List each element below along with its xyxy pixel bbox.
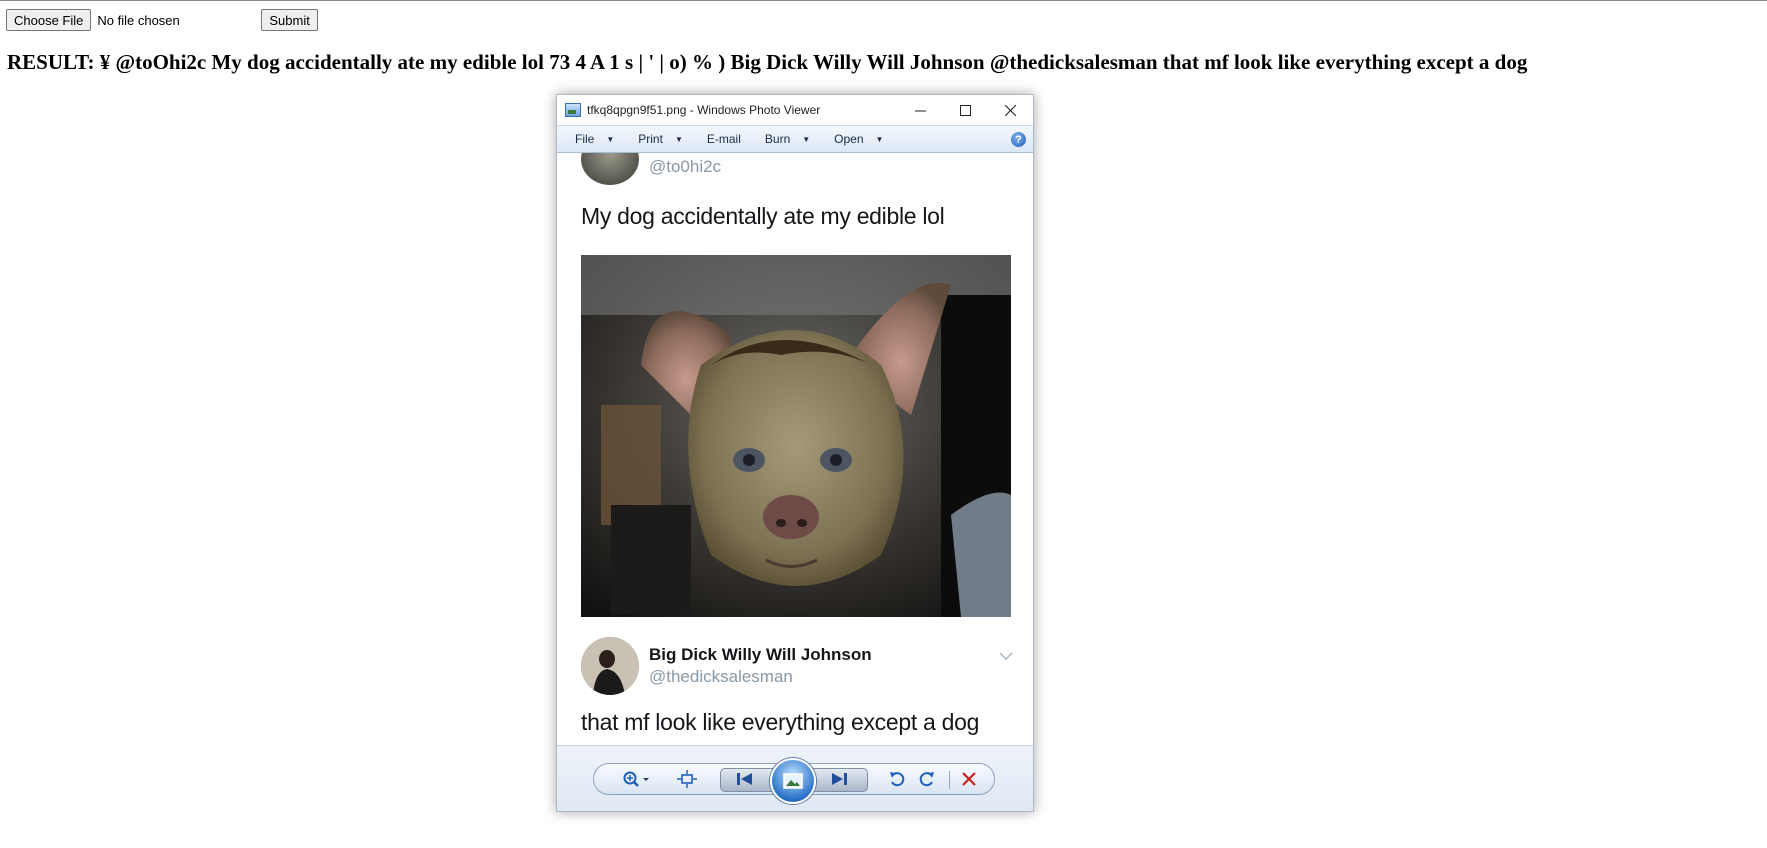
reply-avatar-image: [581, 637, 639, 695]
title-bar[interactable]: tfkq8qpgn9f51.png - Windows Photo Viewer: [557, 95, 1033, 125]
toolbar-separator: [949, 771, 950, 789]
chevron-down-icon: [999, 647, 1013, 665]
rotate-counterclockwise-button[interactable]: [886, 769, 908, 789]
previous-button[interactable]: [730, 769, 760, 789]
help-icon[interactable]: ?: [1011, 132, 1026, 147]
tweet-screenshot: @to0hi2c My dog accidentally ate my edib…: [557, 153, 1033, 747]
submit-button[interactable]: Submit: [261, 9, 318, 31]
slideshow-icon: [783, 773, 803, 789]
chevron-down-icon: ▼: [674, 134, 683, 144]
viewer-toolbar: [593, 758, 995, 804]
tweet-text: My dog accidentally ate my edible lol: [581, 203, 945, 229]
window-title: tfkq8qpgn9f51.png - Windows Photo Viewer: [587, 103, 821, 117]
rotate-counterclockwise-icon: [890, 772, 905, 787]
rotate-clockwise-icon: [919, 772, 934, 787]
previous-icon: [737, 773, 752, 785]
menu-burn[interactable]: Burn ▼: [759, 129, 816, 149]
author-handle: @to0hi2c: [649, 157, 722, 176]
delete-button[interactable]: [958, 769, 980, 789]
minimize-icon: [915, 110, 926, 111]
menu-burn-label: Burn: [764, 132, 791, 146]
zoom-button[interactable]: [620, 769, 654, 789]
menu-email[interactable]: E-mail: [701, 129, 747, 149]
slideshow-button[interactable]: [770, 758, 816, 804]
reply-text: that mf look like everything except a do…: [581, 709, 980, 735]
viewer-footer: [557, 745, 1033, 811]
chevron-down-icon: ▼: [802, 134, 811, 144]
menu-bar: File ▼ Print ▼ E-mail Burn ▼ Open ▼ ?: [557, 125, 1033, 153]
close-icon: [1005, 104, 1016, 116]
file-status-text: No file chosen: [97, 12, 180, 28]
maximize-icon: [960, 104, 971, 116]
menu-open[interactable]: Open ▼: [828, 129, 889, 149]
rotate-clockwise-button[interactable]: [916, 769, 938, 789]
choose-file-button[interactable]: Choose File: [6, 9, 92, 31]
result-text: RESULT: ¥ @toOhi2c My dog accidentally a…: [7, 50, 1528, 74]
reply-author-name: Big Dick Willy Will Johnson: [649, 645, 872, 664]
chevron-down-icon: ▼: [606, 134, 615, 144]
upload-form: Choose File No file chosen Submit: [6, 9, 318, 31]
minimize-button[interactable]: [898, 95, 943, 125]
close-button[interactable]: [988, 95, 1033, 125]
dog-photo-illustration: [581, 255, 1011, 617]
reply-author-avatar: [581, 637, 639, 695]
dog-photo: [581, 255, 1011, 617]
reply-author-handle: @thedicksalesman: [649, 667, 793, 686]
next-button[interactable]: [824, 769, 854, 789]
actual-size-icon: [677, 770, 697, 788]
menu-email-label: E-mail: [706, 132, 741, 146]
photo-viewer-app-icon: [565, 103, 581, 117]
photo-viewer-window: tfkq8qpgn9f51.png - Windows Photo Viewer…: [556, 94, 1034, 812]
chevron-down-icon: ▼: [875, 134, 884, 144]
delete-icon: [962, 772, 976, 786]
next-icon: [832, 773, 847, 785]
zoom-icon: [623, 771, 649, 787]
image-display-area: @to0hi2c My dog accidentally ate my edib…: [557, 153, 1033, 747]
menu-print-label: Print: [638, 132, 663, 146]
author-avatar: [581, 153, 639, 185]
menu-print[interactable]: Print ▼: [632, 129, 689, 149]
menu-file-label: File: [575, 132, 595, 146]
menu-open-label: Open: [834, 132, 864, 146]
menu-file[interactable]: File ▼: [569, 129, 620, 149]
maximize-button[interactable]: [943, 95, 988, 125]
actual-size-button[interactable]: [676, 769, 698, 789]
